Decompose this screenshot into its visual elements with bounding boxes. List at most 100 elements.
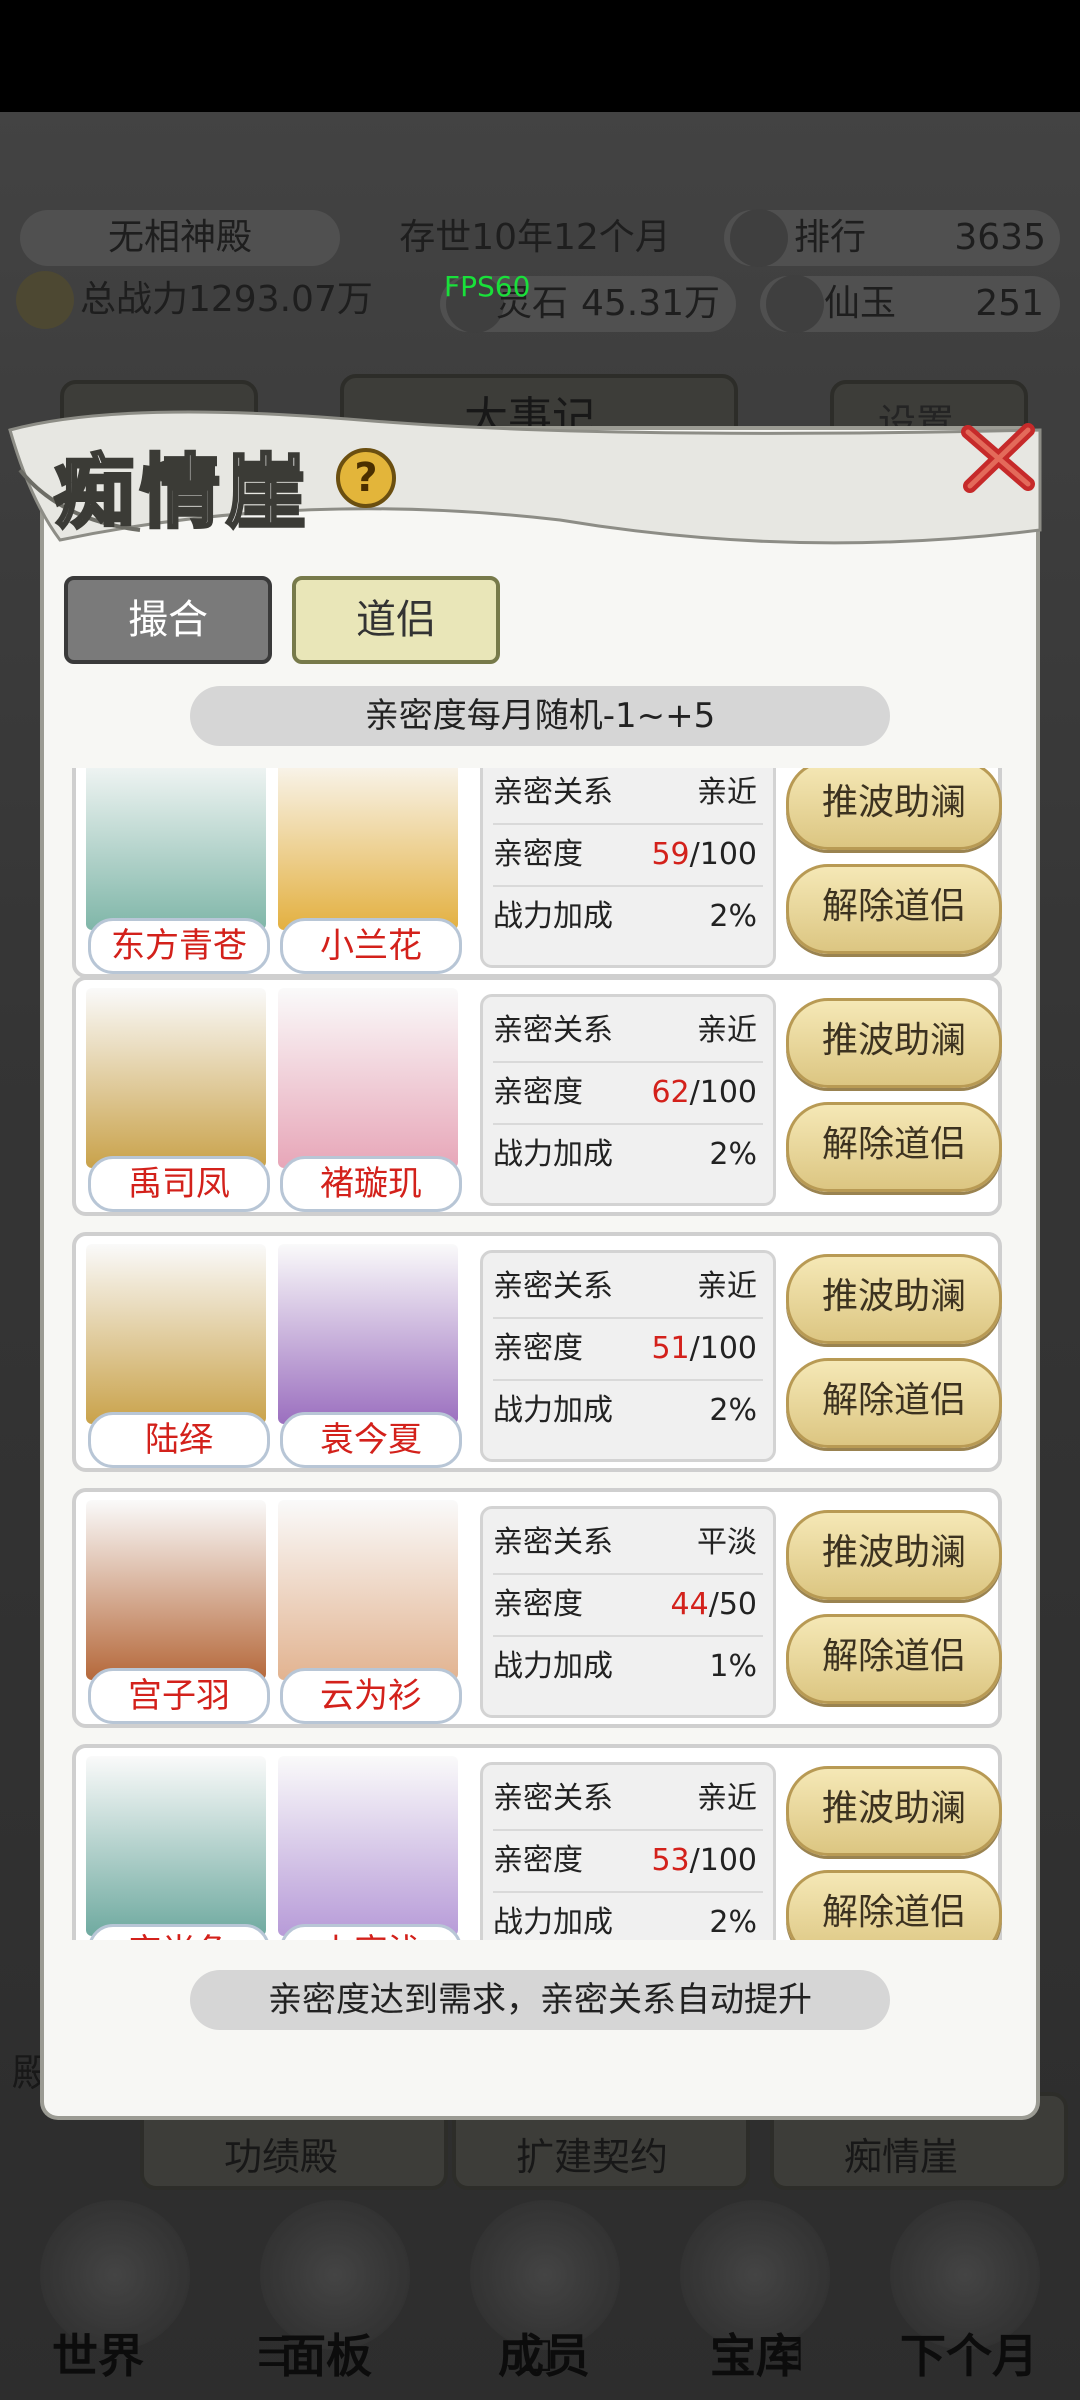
- power-bonus-row: 战力加成 2%: [493, 1125, 763, 1185]
- relation-label: 亲密关系: [493, 1781, 613, 1816]
- right-character-portrait[interactable]: [278, 988, 458, 1168]
- right-character-name: 上官浅: [280, 1924, 462, 1940]
- intimacy-row: 亲密度 62/100: [493, 1063, 763, 1125]
- relation-label: 亲密关系: [493, 1269, 613, 1304]
- relation-label: 亲密关系: [493, 1013, 613, 1048]
- relation-row: 亲密关系 亲近: [493, 1257, 763, 1319]
- left-character-portrait[interactable]: [86, 1244, 266, 1424]
- couple-card: 宫尚角上官浅 亲密关系 亲近亲密度 53/100 战力加成 2% 推波助澜解除道侣: [72, 1744, 1002, 1940]
- right-character-name: 小兰花: [280, 918, 462, 974]
- relation-row: 亲密关系 亲近: [493, 768, 763, 825]
- couple-list[interactable]: 东方青苍 小兰花 亲密关系 亲近 亲密度 59/100 战力加成 2% 推波助澜 解除道侣 禹司凤褚…: [72, 768, 1008, 1940]
- intimacy-row: 亲密度 53/100: [493, 1831, 763, 1893]
- power-bonus-row: 战力加成 2%: [493, 1381, 763, 1441]
- left-character-name: 东方青苍: [88, 918, 270, 974]
- intimacy-label: 亲密度: [493, 1075, 583, 1110]
- footer-note-banner: 亲密度达到需求，亲密关系自动提升: [190, 1970, 890, 2030]
- fps-counter: FPS60: [444, 270, 531, 303]
- relation-value: 亲近: [697, 1781, 757, 1816]
- relation-value: 亲近: [697, 1269, 757, 1304]
- power-bonus-row: 战力加成 2%: [493, 1893, 763, 1940]
- relation-row: 亲密关系 平淡: [493, 1513, 763, 1575]
- right-character-portrait[interactable]: [278, 1756, 458, 1936]
- power-bonus-row: 战力加成 1%: [493, 1637, 763, 1697]
- intimacy-current: 62: [651, 1075, 690, 1110]
- intimacy-value: 53/100: [651, 1831, 757, 1891]
- intimacy-current: 53: [651, 1843, 690, 1878]
- boost-button[interactable]: 推波助澜: [786, 1766, 1002, 1856]
- help-icon[interactable]: ?: [336, 448, 396, 508]
- boost-button[interactable]: 推波助澜: [786, 998, 1002, 1088]
- tab-partners[interactable]: 道侣: [292, 576, 500, 664]
- right-character-name: 袁今夏: [280, 1412, 462, 1468]
- relation-value: 平淡: [697, 1525, 757, 1560]
- power-bonus-row: 战力加成 2%: [493, 887, 763, 947]
- power-bonus-label: 战力加成: [493, 1393, 613, 1428]
- intimacy-row: 亲密度 51/100: [493, 1319, 763, 1381]
- power-bonus-value: 2%: [709, 1905, 757, 1940]
- couple-card: 禹司凤 褚璇玑 亲密关系 亲近 亲密度 62/100 战力加成 2% 推波助澜 解除道侣: [72, 976, 1002, 1216]
- relation-row: 亲密关系 亲近: [493, 1769, 763, 1831]
- couple-stats: 亲密关系 亲近亲密度 51/100 战力加成 2%: [480, 1250, 776, 1462]
- couple-stats: 亲密关系 亲近亲密度 59/100 战力加成 2%: [480, 768, 776, 968]
- dissolve-partner-button[interactable]: 解除道侣: [786, 864, 1002, 954]
- power-bonus-value: 2%: [709, 899, 757, 934]
- power-bonus-label: 战力加成: [493, 1137, 613, 1172]
- left-character-portrait[interactable]: [86, 988, 266, 1168]
- right-character-portrait[interactable]: [278, 1500, 458, 1680]
- couple-card: 陆绎 袁今夏 亲密关系 亲近亲密度 51/100 战力加成 2% 推波助澜解除道侣: [72, 1232, 1002, 1472]
- left-character-name: 宫子羽: [88, 1668, 270, 1724]
- intimacy-max: /100: [689, 1075, 757, 1110]
- power-bonus-label: 战力加成: [493, 899, 613, 934]
- intimacy-max: /100: [689, 1331, 757, 1366]
- intimacy-value: 59/100: [651, 825, 757, 885]
- boost-button[interactable]: 推波助澜: [786, 1510, 1002, 1600]
- left-character-portrait[interactable]: [86, 768, 266, 930]
- intimacy-max: /100: [689, 1843, 757, 1878]
- power-bonus-label: 战力加成: [493, 1905, 613, 1940]
- relation-label: 亲密关系: [493, 1525, 613, 1560]
- couple-stats: 亲密关系 平淡亲密度 44/50 战力加成 1%: [480, 1506, 776, 1718]
- right-character-portrait[interactable]: [278, 1244, 458, 1424]
- intimacy-label: 亲密度: [493, 837, 583, 872]
- intimacy-value: 62/100: [651, 1063, 757, 1123]
- status-bar: [0, 0, 1080, 112]
- right-character-name: 云为衫: [280, 1668, 462, 1724]
- intimacy-value: 44/50: [671, 1575, 757, 1635]
- dissolve-partner-button[interactable]: 解除道侣: [786, 1358, 1002, 1448]
- power-bonus-value: 2%: [709, 1393, 757, 1428]
- modal-title: 痴情崖: [53, 444, 312, 541]
- intimacy-label: 亲密度: [493, 1587, 583, 1622]
- power-bonus-label: 战力加成: [493, 1649, 613, 1684]
- dissolve-partner-button[interactable]: 解除道侣: [786, 1614, 1002, 1704]
- right-character-portrait[interactable]: [278, 768, 458, 930]
- boost-button[interactable]: 推波助澜: [786, 768, 1002, 850]
- power-bonus-value: 1%: [709, 1649, 757, 1684]
- left-character-name: 禹司凤: [88, 1156, 270, 1212]
- left-character-name: 宫尚角: [88, 1924, 270, 1940]
- intimacy-value: 51/100: [651, 1319, 757, 1379]
- tab-matchmaking[interactable]: 撮合: [64, 576, 272, 664]
- couple-card: 东方青苍 小兰花 亲密关系 亲近亲密度 59/100 战力加成 2% 推波助澜解除道侣: [72, 768, 1002, 978]
- dissolve-partner-button[interactable]: 解除道侣: [786, 1102, 1002, 1192]
- couple-stats: 亲密关系 亲近 亲密度 62/100 战力加成 2%: [480, 994, 776, 1206]
- intimacy-row: 亲密度 44/50: [493, 1575, 763, 1637]
- relation-value: 亲近: [697, 775, 757, 810]
- couple-stats: 亲密关系 亲近亲密度 53/100 战力加成 2%: [480, 1762, 776, 1940]
- relation-row: 亲密关系 亲近: [493, 1001, 763, 1063]
- intimacy-row: 亲密度 59/100: [493, 825, 763, 887]
- intimacy-label: 亲密度: [493, 1331, 583, 1366]
- left-character-name: 陆绎: [88, 1412, 270, 1468]
- intimacy-current: 51: [651, 1331, 690, 1366]
- intimacy-max: /100: [689, 837, 757, 872]
- left-character-portrait[interactable]: [86, 1756, 266, 1936]
- couple-card: 宫子羽 云为衫 亲密关系 平淡亲密度 44/50 战力加成 1% 推波助澜解除道侣: [72, 1488, 1002, 1728]
- intimacy-current: 59: [651, 837, 690, 872]
- boost-button[interactable]: 推波助澜: [786, 1254, 1002, 1344]
- relation-value: 亲近: [697, 1013, 757, 1048]
- left-character-portrait[interactable]: [86, 1500, 266, 1680]
- dissolve-partner-button[interactable]: 解除道侣: [786, 1870, 1002, 1940]
- relation-label: 亲密关系: [493, 775, 613, 810]
- close-icon[interactable]: [958, 418, 1038, 498]
- intimacy-note-banner: 亲密度每月随机-1~+5: [190, 686, 890, 746]
